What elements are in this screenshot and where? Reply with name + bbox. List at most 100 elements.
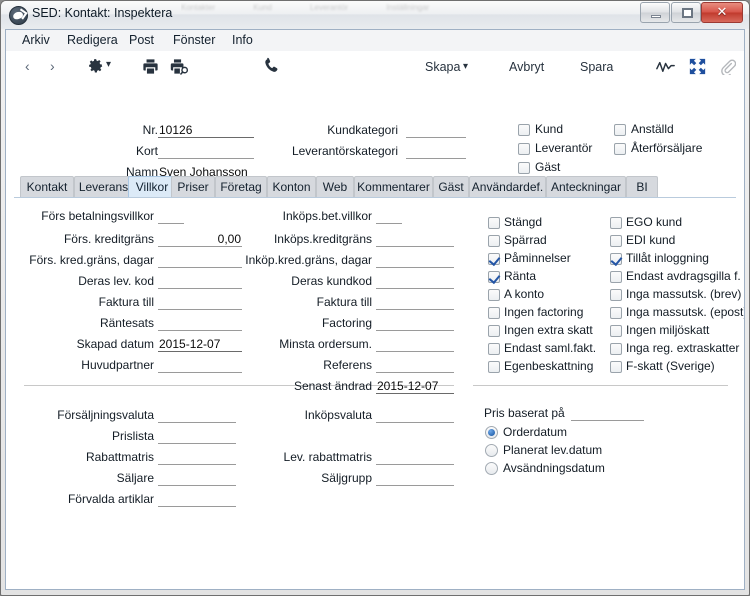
checkbox-paminnelser[interactable] [488,253,500,265]
checkbox-label-anstalld[interactable]: Anställd [631,122,674,136]
menu-item-info[interactable]: Info [228,33,257,47]
checkbox-label-egenbeskattning[interactable]: Egenbeskattning [504,359,593,373]
checkbox-inga-reg-extraskatter[interactable] [610,343,622,355]
checkbox-label-ingen-miljoskatt[interactable]: Ingen miljöskatt [626,323,709,337]
tab-kontakt[interactable]: Kontakt [20,176,74,197]
checkbox-ranta[interactable] [488,271,500,283]
radio-planerat-lev-datum[interactable] [485,444,498,457]
checkbox-label-f-skatt-sverige[interactable]: F-skatt (Sverige) [626,359,715,373]
checkbox-label-sparrad[interactable]: Spärrad [504,233,547,247]
field-mid-referens[interactable] [376,358,454,373]
checkbox-label-leverantor[interactable]: Leverantör [535,141,592,155]
checkbox-label-stangd[interactable]: Stängd [504,215,542,229]
checkbox-label-inga-massutsk-brev[interactable]: Inga massutsk. (brev) [626,287,741,301]
radio-label-avsandningsdatum[interactable]: Avsändningsdatum [503,461,605,475]
tab-kommentarer[interactable]: Kommentarer [354,176,433,197]
field-mid-inkop-kred-grans-dagar[interactable] [376,253,454,268]
checkbox-leverantor[interactable] [518,143,530,155]
field-mid-minsta-ordersum[interactable] [376,337,454,352]
checkbox-endast-avdragsgilla-f[interactable] [610,271,622,283]
create-button[interactable]: Skapa [425,60,460,74]
menu-item-post[interactable]: Post [125,33,158,47]
field-nr[interactable]: 10126 [158,123,254,138]
radio-orderdatum[interactable] [485,426,498,439]
checkbox-aterforsaljare[interactable] [614,143,626,155]
field-mid-inkopsvaluta[interactable] [376,408,454,423]
checkbox-label-endast-saml-fakt[interactable]: Endast saml.fakt. [504,341,596,355]
checkbox-tillat-inloggning[interactable] [610,253,622,265]
field-forvalda-artiklar[interactable] [158,492,236,507]
checkbox-inga-massutsk-brev[interactable] [610,289,622,301]
checkbox-label-ranta[interactable]: Ränta [504,269,536,283]
checkbox-f-skatt-sverige[interactable] [610,361,622,373]
field-mid-lev-rabattmatris[interactable] [376,450,454,465]
radio-avsandningsdatum[interactable] [485,462,498,475]
field-fors-betalningsvillkor[interactable] [158,209,184,224]
tab-konton[interactable]: Konton [267,176,316,197]
gear-dropdown-caret[interactable]: ▾ [106,59,111,70]
tab-priser[interactable]: Priser [171,176,215,197]
cancel-button[interactable]: Avbryt [509,60,544,74]
tab-villkor[interactable]: Villkor [128,176,176,197]
tab-anvandardef[interactable]: Användardef. [469,176,546,197]
checkbox-label-paminnelser[interactable]: Påminnelser [504,251,571,265]
next-record-button[interactable]: › [50,58,55,74]
checkbox-label-inga-reg-extraskatter[interactable]: Inga reg. extraskatter [626,341,739,355]
checkbox-label-gast[interactable]: Gäst [535,160,560,174]
tab-foretag[interactable]: Företag [215,176,267,197]
checkbox-kund[interactable] [518,124,530,136]
checkbox-label-aterforsaljare[interactable]: Återförsäljare [631,141,702,155]
checkbox-sparrad[interactable] [488,235,500,247]
print-icon[interactable] [141,57,160,81]
field-mid-deras-kundkod[interactable] [376,274,454,289]
field-mid-inkops-bet-villkor[interactable] [376,209,402,224]
field-mid-faktura-till[interactable] [376,295,454,310]
menu-item-arkiv[interactable]: Arkiv [18,33,54,47]
radio-label-planerat-lev-datum[interactable]: Planerat lev.datum [503,443,602,457]
checkbox-inga-massutsk-epost[interactable] [610,307,622,319]
field-prislista[interactable] [158,429,236,444]
gear-icon[interactable] [87,57,104,79]
field-mid-saljgrupp[interactable] [376,471,454,486]
field-kundkategori[interactable] [406,123,466,138]
checkbox-ingen-factoring[interactable] [488,307,500,319]
previous-record-button[interactable]: ‹ [25,58,30,74]
field-leverantorskategori[interactable] [406,144,466,159]
checkbox-endast-saml-fakt[interactable] [488,343,500,355]
checkbox-label-ego-kund[interactable]: EGO kund [626,215,682,229]
tab-leverans[interactable]: Leverans [74,176,133,197]
menu-item-redigera[interactable]: Redigera [63,33,122,47]
maximize-icon[interactable] [671,2,701,23]
checkbox-label-tillat-inloggning[interactable]: Tillåt inloggning [626,251,709,265]
checkbox-anstalld[interactable] [614,124,626,136]
checkbox-edi-kund[interactable] [610,235,622,247]
expand-icon[interactable] [689,58,706,80]
checkbox-label-inga-massutsk-epost[interactable]: Inga massutsk. (epost) [626,305,744,319]
tab-bi[interactable]: BI [626,176,658,197]
checkbox-ingen-miljoskatt[interactable] [610,325,622,337]
tab-anteckningar[interactable]: Anteckningar [546,176,626,197]
checkbox-egenbeskattning[interactable] [488,361,500,373]
field-kort[interactable] [158,144,254,159]
print-preview-icon[interactable] [169,57,190,81]
checkbox-label-kund[interactable]: Kund [535,122,563,136]
checkbox-label-a-konto[interactable]: A konto [504,287,544,301]
activity-icon[interactable] [656,59,675,79]
save-button[interactable]: Spara [580,60,613,74]
close-icon[interactable] [701,2,743,23]
minimize-icon[interactable] [640,2,670,23]
checkbox-label-ingen-extra-skatt[interactable]: Ingen extra skatt [504,323,593,337]
checkbox-gast[interactable] [518,162,530,174]
checkbox-label-ingen-factoring[interactable]: Ingen factoring [504,305,583,319]
field-mid-factoring[interactable] [376,316,454,331]
checkbox-label-edi-kund[interactable]: EDI kund [626,233,675,247]
checkbox-label-endast-avdragsgilla-f[interactable]: Endast avdragsgilla f. [626,269,741,283]
field-mid-inkops-kreditgrans[interactable] [376,232,454,247]
menu-item-fonster[interactable]: Fönster [169,33,219,47]
radio-label-orderdatum[interactable]: Orderdatum [503,425,567,439]
phone-icon[interactable] [262,56,279,80]
checkbox-ingen-extra-skatt[interactable] [488,325,500,337]
checkbox-a-konto[interactable] [488,289,500,301]
tab-gast[interactable]: Gäst [433,176,469,197]
field-mid-senast-andrad[interactable]: 2015-12-07 [376,379,454,394]
